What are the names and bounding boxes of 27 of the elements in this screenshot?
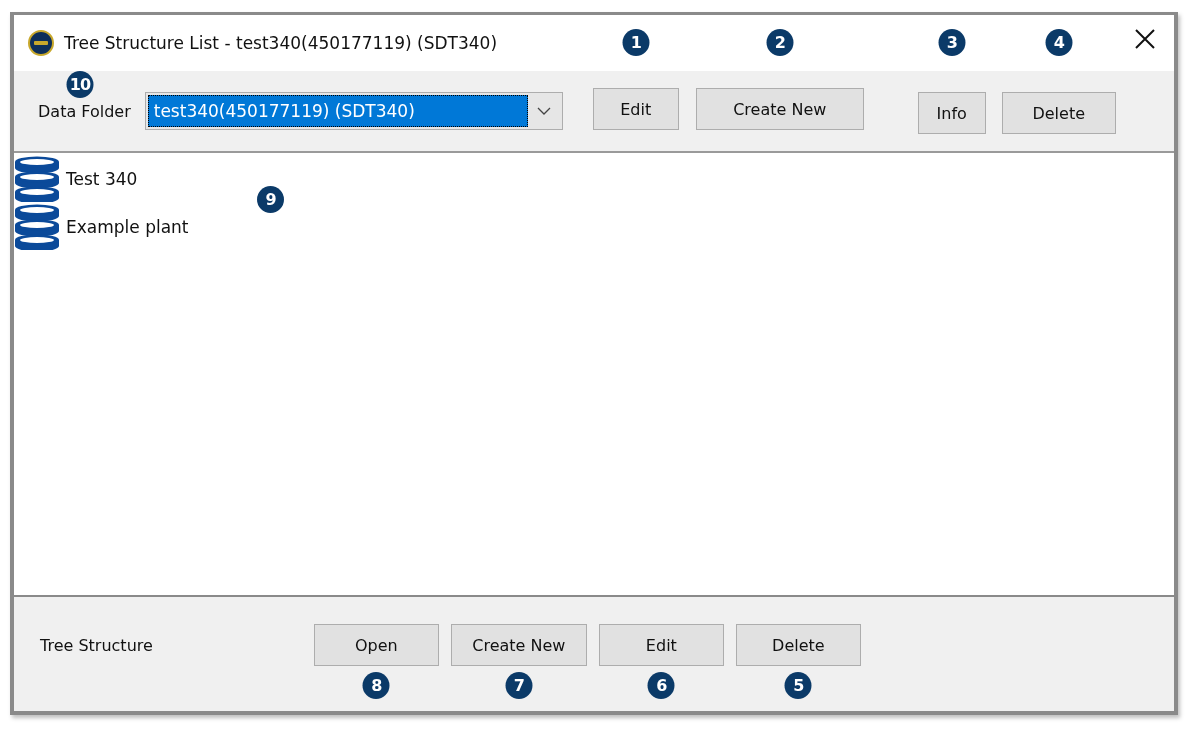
callout-badge: 3 xyxy=(938,29,966,56)
callout-badge: 9 xyxy=(257,186,284,213)
tree-list-item[interactable]: Example plant xyxy=(14,203,189,251)
callout-badge: 6 xyxy=(647,672,675,699)
footer-button[interactable]: Delete xyxy=(735,624,861,666)
folder-dropdown[interactable]: test340(450177119) (SDT340) xyxy=(144,92,563,130)
toolbar-button[interactable]: Delete xyxy=(1001,92,1116,134)
tree-list-item[interactable]: Test 340 xyxy=(14,155,138,203)
footer-button[interactable]: Open xyxy=(313,624,439,666)
callout-badge: 8 xyxy=(362,672,390,699)
footer-button[interactable]: Create New xyxy=(450,624,587,666)
callout-badge: 7 xyxy=(505,672,533,699)
toolbar-button[interactable]: Create New xyxy=(695,88,864,130)
window-title: Tree Structure List - test340(450177119) (SDT340) xyxy=(64,33,498,53)
callout-badge: 5 xyxy=(784,672,812,699)
callout-badge: 4 xyxy=(1045,29,1073,56)
chevron-down-icon xyxy=(536,107,551,115)
toolbar-button[interactable]: Edit xyxy=(592,88,679,130)
close-icon xyxy=(1134,28,1156,50)
callout-badge: 10 xyxy=(66,70,94,98)
callout-badge: 2 xyxy=(766,29,794,56)
callout-badge: 1 xyxy=(622,29,650,56)
toolbar-button[interactable]: Info xyxy=(917,92,986,134)
field-label: Data Folder xyxy=(38,101,131,121)
section-label: Tree Structure xyxy=(40,635,153,655)
app-logo-icon xyxy=(28,30,54,56)
footer-button[interactable]: Edit xyxy=(598,624,724,666)
